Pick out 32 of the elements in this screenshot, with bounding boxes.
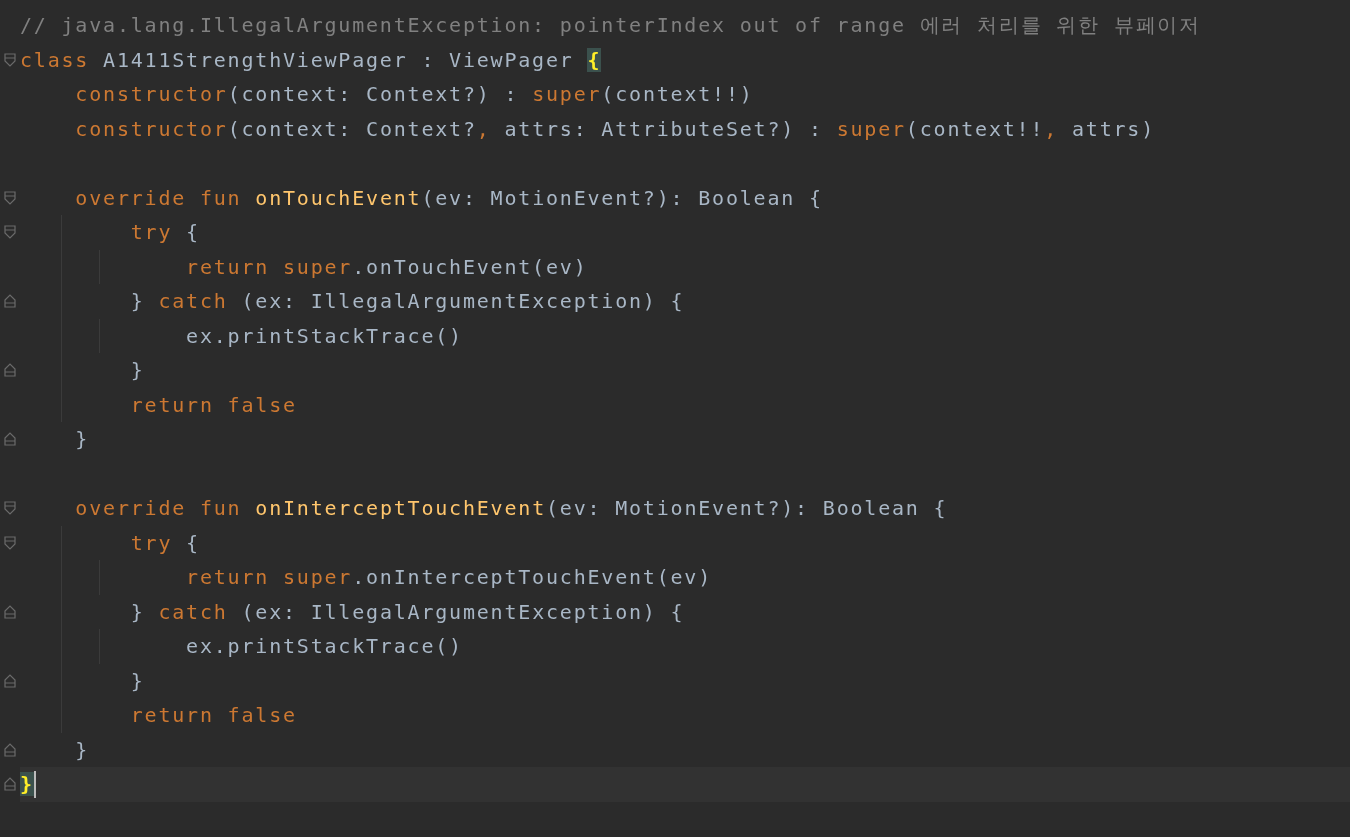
code-line: } — [74, 426, 90, 453]
fold-marker-icon[interactable] — [4, 294, 16, 309]
code-line: override fun onInterceptTouchEvent(ev: MotionEvent?): Boolean { — [74, 495, 948, 522]
fold-marker-icon[interactable] — [4, 363, 16, 378]
code-line: ex.printStackTrace() — [185, 633, 463, 660]
code-line: } catch (ex: IllegalArgumentException) { — [129, 598, 685, 626]
fold-marker-icon[interactable] — [4, 604, 16, 619]
code-line: return false — [129, 702, 297, 729]
code-line: class A1411StrengthViewPager : ViewPager { — [20, 46, 602, 74]
fold-marker-icon[interactable] — [4, 432, 16, 447]
code-line: try { — [129, 219, 200, 246]
fold-marker-icon[interactable] — [4, 225, 16, 240]
code-line: constructor(context: Context?, attrs: AttributeSet?) : super(context!!, attrs) — [74, 115, 1155, 143]
code-line: ex.printStackTrace() — [185, 322, 463, 350]
fold-marker-icon[interactable] — [4, 742, 16, 757]
code-line: } — [129, 357, 145, 384]
code-line: } catch (ex: IllegalArgumentException) { — [129, 288, 685, 315]
fold-marker-icon[interactable] — [4, 190, 16, 205]
code-line: try { — [129, 529, 200, 557]
code-line: return super.onInterceptTouchEvent(ev) — [185, 564, 713, 591]
code-line: constructor(context: Context?) : super(context!!) — [74, 81, 754, 108]
code-line: return false — [129, 391, 297, 419]
code-line: } — [129, 667, 145, 695]
code-line: return super.onTouchEvent(ev) — [185, 253, 588, 281]
fold-marker-icon[interactable] — [4, 673, 16, 688]
code-line: } — [74, 736, 90, 764]
fold-marker-icon[interactable] — [4, 535, 16, 550]
code-line: override fun onTouchEvent(ev: MotionEvent?): Boolean { — [74, 184, 823, 212]
code-line: // java.lang.IllegalArgumentException: pointerIndex out of range 에러 처리를 위한 뷰페이저 — [20, 12, 1201, 39]
fold-marker-icon[interactable] — [4, 777, 16, 792]
fold-marker-icon[interactable] — [4, 501, 16, 516]
fold-marker-icon[interactable] — [4, 52, 16, 67]
